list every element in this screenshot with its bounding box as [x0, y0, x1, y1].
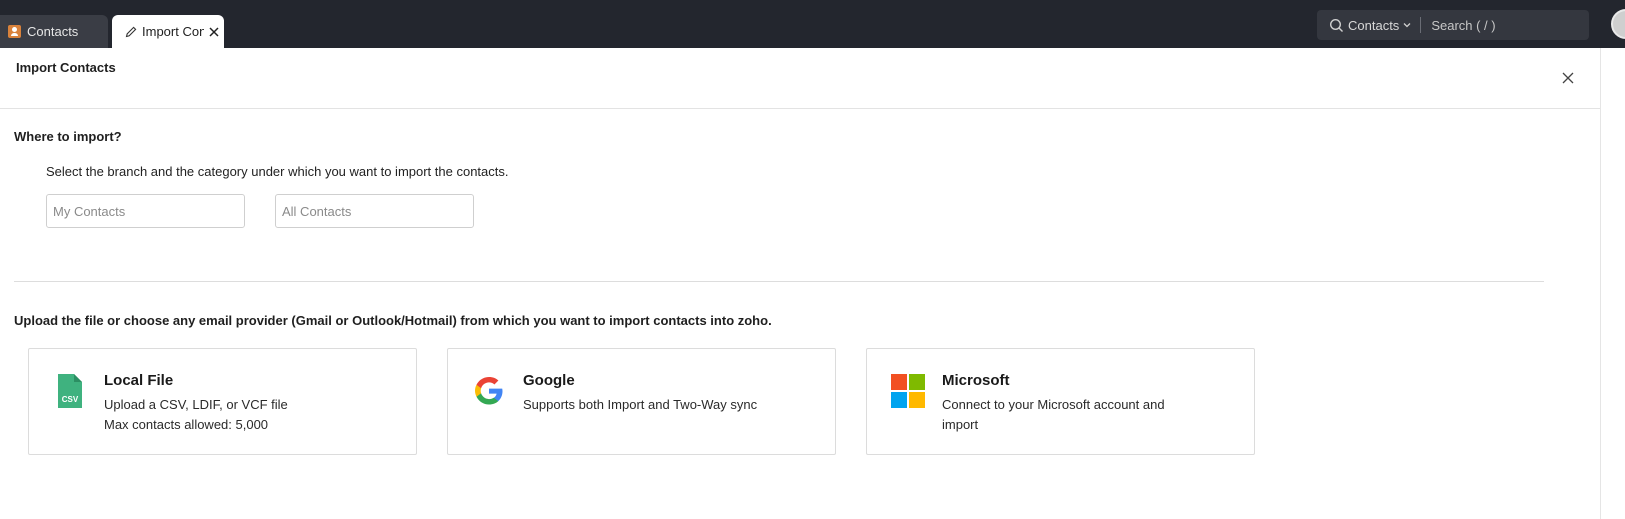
google-card[interactable]: Google Supports both Import and Two-Way … — [447, 348, 836, 455]
close-tab-icon[interactable] — [206, 24, 222, 40]
header-divider — [0, 108, 1600, 109]
local-file-title: Local File — [104, 372, 174, 389]
user-avatar[interactable] — [1611, 9, 1625, 39]
microsoft-title: Microsoft — [942, 372, 1010, 389]
pencil-icon — [125, 26, 137, 37]
microsoft-description-cont: import — [942, 417, 979, 432]
close-icon[interactable] — [1560, 70, 1576, 86]
local-file-limit: Max contacts allowed: 5,000 — [104, 417, 269, 432]
csv-icon-label: CSV — [62, 395, 79, 404]
category-select[interactable] — [275, 194, 474, 228]
google-title: Google — [523, 372, 575, 389]
search-divider — [1420, 17, 1422, 33]
google-description: Supports both Import and Two-Way sync — [523, 397, 758, 412]
tab-import-label: Import Contacts — [142, 24, 204, 39]
chevron-down-icon — [1403, 23, 1411, 28]
google-icon — [475, 377, 503, 405]
tab-contacts[interactable]: Contacts — [0, 15, 108, 48]
upload-heading: Upload the file or choose any email prov… — [14, 313, 772, 328]
section-divider — [14, 281, 1544, 282]
search-scope-label: Contacts — [1348, 17, 1400, 33]
tab-contacts-label: Contacts — [27, 24, 79, 39]
microsoft-icon — [891, 374, 925, 408]
search-icon — [1329, 18, 1343, 32]
search-placeholder[interactable]: Search ( / ) — [1431, 18, 1495, 33]
local-file-description: Upload a CSV, LDIF, or VCF file — [104, 397, 288, 412]
where-to-import-description: Select the branch and the category under… — [46, 164, 509, 179]
microsoft-card[interactable]: Microsoft Connect to your Microsoft acco… — [866, 348, 1255, 455]
panel-right-border — [1600, 48, 1601, 519]
tab-import-contacts[interactable]: Import Contacts — [112, 15, 224, 48]
branch-select[interactable] — [46, 194, 245, 228]
csv-file-icon: CSV — [58, 374, 82, 408]
search-scope-dropdown[interactable]: Contacts — [1348, 18, 1412, 33]
contact-card-icon — [8, 25, 21, 38]
global-search[interactable]: Contacts Search ( / ) — [1317, 10, 1589, 40]
where-to-import-heading: Where to import? — [14, 129, 122, 144]
top-bar: Contacts Import Contacts Contacts Search… — [0, 0, 1625, 48]
local-file-card[interactable]: CSV Local File Upload a CSV, LDIF, or VC… — [28, 348, 417, 455]
microsoft-description: Connect to your Microsoft account and — [942, 397, 1165, 412]
page-title: Import Contacts — [16, 60, 116, 75]
